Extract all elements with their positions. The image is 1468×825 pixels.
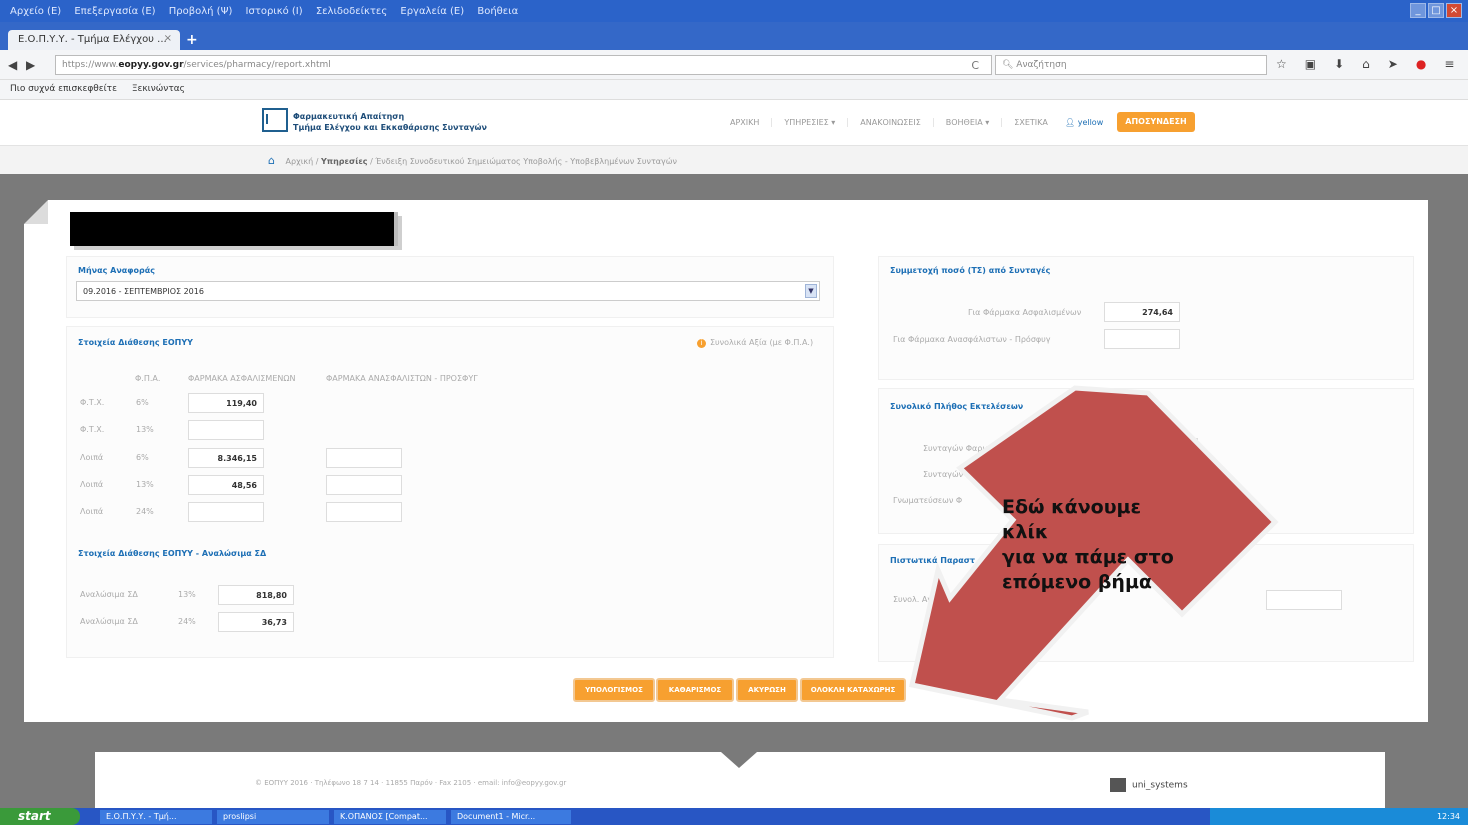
callout-text: Εδώ κάνουμε κλίκ για να πάμε στο επόμενο…: [1002, 495, 1174, 595]
unisystems-logo-icon: [1110, 778, 1126, 792]
callout-arrow: [908, 385, 1279, 721]
taskbar-item[interactable]: Κ.ΟΠΑΝΟΣ [Compat...: [334, 810, 446, 824]
system-tray: 12:34: [1210, 808, 1468, 825]
clock[interactable]: 12:34: [1437, 812, 1460, 821]
footer-notch: [721, 752, 757, 768]
taskbar-item[interactable]: Ε.Ο.Π.Υ.Υ. - Τμή...: [100, 810, 212, 824]
start-button[interactable]: start: [0, 808, 80, 825]
windows-taskbar: start Ε.Ο.Π.Υ.Υ. - Τμή... proslipsi Κ.ΟΠ…: [0, 808, 1468, 825]
callout-line-2: κλίκ: [1002, 521, 1049, 543]
callout-line-1: Εδώ κάνουμε: [1002, 496, 1142, 518]
callout-line-4: επόμενο βήμα: [1002, 571, 1152, 593]
taskbar-item[interactable]: Document1 - Micr...: [451, 810, 571, 824]
footer-logo-text: uni_systems: [1132, 780, 1188, 791]
footer-text: © ΕΟΠΥΥ 2016 · Τηλέφωνο 18 7 14 · 11855 …: [255, 779, 567, 787]
site-footer: © ΕΟΠΥΥ 2016 · Τηλέφωνο 18 7 14 · 11855 …: [95, 752, 1385, 808]
callout-line-3: για να πάμε στο: [1002, 546, 1174, 568]
taskbar-item[interactable]: proslipsi: [217, 810, 329, 824]
footer-logo[interactable]: uni_systems: [1110, 778, 1188, 792]
